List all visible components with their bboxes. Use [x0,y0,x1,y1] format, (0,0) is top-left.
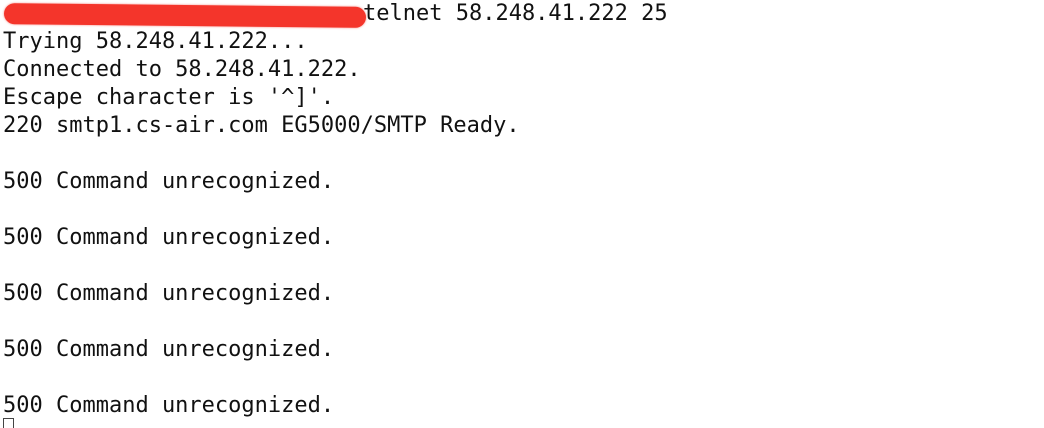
smtp-banner-line: 220 smtp1.cs-air.com EG5000/SMTP Ready. [3,113,520,138]
smtp-error-line: 500 Command unrecognized. [3,225,335,250]
smtp-error-line: 500 Command unrecognized. [3,169,335,194]
blank-line [3,196,668,224]
blank-line [3,252,668,280]
telnet-command: telnet 58.248.41.222 25 [363,1,668,26]
terminal-window[interactable]: telnet 58.248.41.222 25 Trying 58.248.41… [0,0,1044,428]
redacted-prompt [3,0,367,28]
terminal-cursor [3,418,14,428]
output-line: Escape character is '^]'. [3,85,335,110]
command-line: telnet 58.248.41.222 25 [3,0,668,28]
smtp-error-line: 500 Command unrecognized. [3,281,335,306]
output-line: Trying 58.248.41.222... [3,29,308,54]
redaction-mark [3,3,367,28]
smtp-error-line: 500 Command unrecognized. [3,337,335,362]
blank-line [3,308,668,336]
output-line: Connected to 58.248.41.222. [3,57,361,82]
blank-line [3,140,668,168]
terminal-output: telnet 58.248.41.222 25 Trying 58.248.41… [3,0,668,420]
smtp-error-line: 500 Command unrecognized. [3,393,335,418]
blank-line [3,364,668,392]
